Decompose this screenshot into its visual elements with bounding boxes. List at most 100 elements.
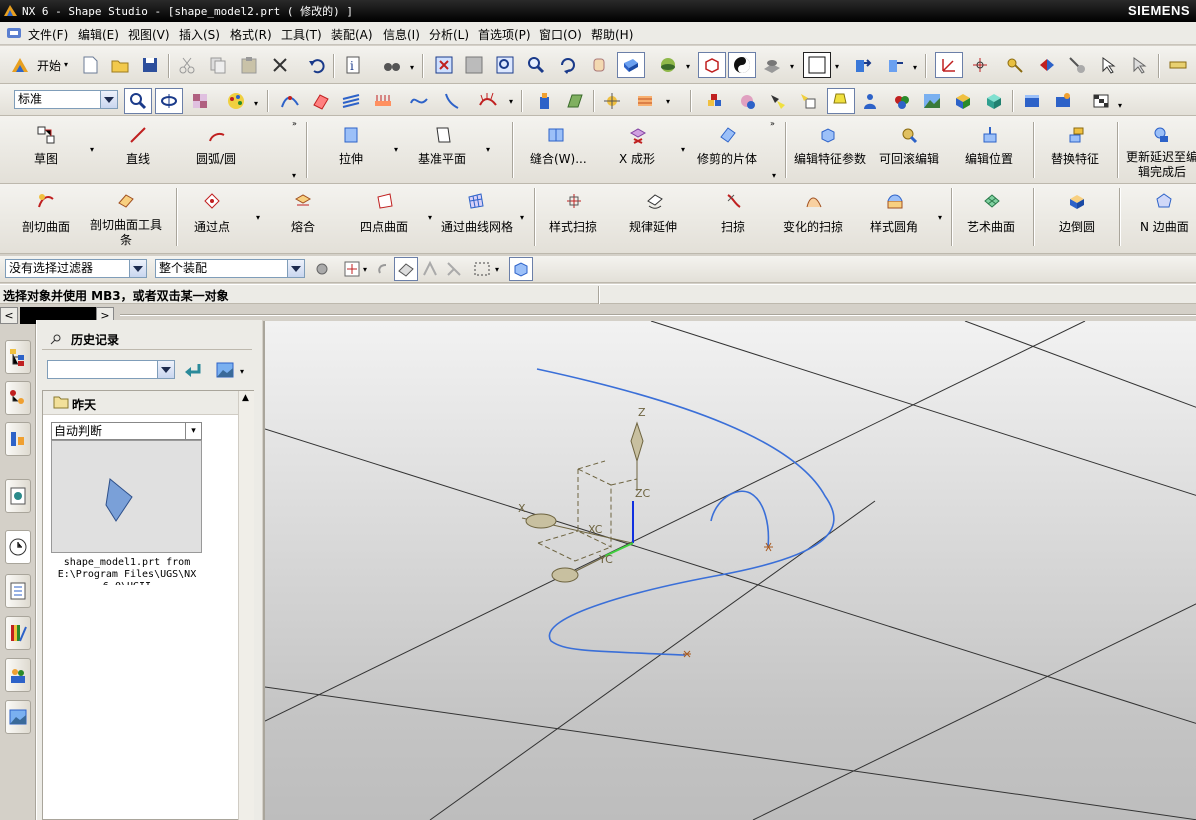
curve-mesh-button[interactable]: [464, 189, 488, 213]
zoom-area-button[interactable]: [462, 53, 486, 77]
menu-view[interactable]: 视图(V): [128, 26, 170, 43]
select-solid-button[interactable]: [394, 257, 418, 281]
wireframe-dropdown-icon[interactable]: ▾: [835, 63, 843, 71]
edit-position-button[interactable]: [978, 123, 1002, 147]
menu-help[interactable]: 帮助(H): [591, 26, 633, 43]
cut-button[interactable]: [175, 53, 199, 77]
four-point-surface-label[interactable]: 四点曲面: [360, 218, 408, 235]
x-form-button[interactable]: [626, 123, 650, 147]
datum-dropdown-icon[interactable]: ▾: [486, 146, 494, 154]
menu-info[interactable]: 信息(I): [383, 26, 420, 43]
line-label[interactable]: 直线: [126, 150, 150, 167]
studio-tool-7[interactable]: [890, 89, 914, 113]
analysis-dropdown-icon[interactable]: ▾: [666, 98, 674, 106]
sweep-button[interactable]: [722, 189, 746, 213]
x-form-label[interactable]: X 成形: [619, 150, 655, 167]
move-layer-button[interactable]: [884, 53, 908, 77]
extrude-dropdown-icon[interactable]: ▾: [394, 146, 402, 154]
edge-blend-label[interactable]: 边倒圆: [1059, 218, 1095, 235]
history-view-button[interactable]: [213, 358, 237, 382]
system-scene-tab[interactable]: [5, 700, 31, 734]
part-thumbnail[interactable]: [51, 440, 202, 553]
select-face-button[interactable]: [418, 257, 442, 281]
back-select-button[interactable]: [370, 257, 394, 281]
chevron-down-icon[interactable]: [287, 260, 304, 277]
rectangle-dropdown-icon[interactable]: ▾: [495, 266, 503, 274]
studio-tool-10[interactable]: [982, 89, 1006, 113]
extrude-label[interactable]: 拉伸: [339, 150, 363, 167]
zoom-window-button[interactable]: [493, 53, 517, 77]
delay-update-label[interactable]: 更新延迟至编辑完成后: [1125, 150, 1196, 180]
arc-label[interactable]: 圆弧/圆: [196, 150, 236, 167]
section-surface-toolbar-label[interactable]: 剖切曲面工具条: [88, 218, 164, 248]
delay-update-button[interactable]: [1149, 123, 1173, 147]
variational-sweep-label[interactable]: 变化的扫掠: [783, 218, 843, 235]
select-body-button[interactable]: [509, 257, 533, 281]
curve-tool-3[interactable]: [339, 89, 363, 113]
start-label[interactable]: 开始: [37, 57, 61, 74]
edge-blend-button[interactable]: [1065, 189, 1089, 213]
studio-tool-5[interactable]: [827, 88, 855, 114]
layer-button[interactable]: [851, 53, 875, 77]
history-group-row[interactable]: 昨天: [43, 391, 238, 415]
curve-mesh-dropdown-icon[interactable]: ▾: [520, 214, 528, 222]
selection-snap-button[interactable]: [124, 88, 152, 114]
styled-blend-dropdown-icon[interactable]: ▾: [938, 214, 946, 222]
analysis-tool-2[interactable]: [563, 89, 587, 113]
visualization-tab[interactable]: [5, 616, 31, 650]
replace-feature-button[interactable]: [1064, 123, 1088, 147]
menu-window[interactable]: 窗口(O): [539, 26, 582, 43]
section-surface-label[interactable]: 剖切曲面: [22, 218, 70, 235]
process-studio-tab[interactable]: [5, 574, 31, 608]
quick-pick-button[interactable]: [1065, 53, 1089, 77]
rectangle-select-button[interactable]: [470, 257, 494, 281]
scene-canvas[interactable]: Z ZC X XC YC: [265, 321, 1196, 820]
shaded-view-button[interactable]: [617, 52, 645, 78]
curve-tool-1[interactable]: [278, 89, 302, 113]
analysis-tool-1[interactable]: [532, 89, 556, 113]
sketch-label[interactable]: 草图: [34, 150, 58, 167]
selection-option-button[interactable]: [310, 257, 334, 281]
styled-blend-button[interactable]: [883, 189, 907, 213]
part-navigator-tab[interactable]: [5, 422, 31, 456]
select-button[interactable]: [1097, 53, 1121, 77]
edit-feature-parameters-label[interactable]: 编辑特征参数: [794, 150, 866, 167]
chevron-down-icon[interactable]: [129, 260, 146, 277]
pin-icon[interactable]: [49, 332, 63, 346]
blend-label[interactable]: 熔合: [291, 218, 315, 235]
styled-sweep-button[interactable]: [562, 189, 586, 213]
curve-tool-4[interactable]: [371, 89, 395, 113]
overflow-chevron-icon[interactable]: »: [770, 120, 778, 128]
four-point-surface-button[interactable]: [373, 189, 397, 213]
sweep-label[interactable]: 扫掠: [721, 218, 745, 235]
start-dropdown-icon[interactable]: ▾: [64, 61, 72, 69]
studio-surface-label[interactable]: 艺术曲面: [967, 218, 1015, 235]
menu-edit[interactable]: 编辑(E): [78, 26, 119, 43]
view-cube-button[interactable]: [698, 52, 726, 78]
pan-button[interactable]: [587, 53, 611, 77]
blend-button[interactable]: [291, 189, 315, 213]
menu-assembly[interactable]: 装配(A): [331, 26, 373, 43]
rotate-button[interactable]: [556, 53, 580, 77]
select-edge-button[interactable]: [442, 257, 466, 281]
render-dropdown-icon[interactable]: ▾: [686, 63, 694, 71]
app-menu-icon[interactable]: [6, 26, 22, 40]
studio-dropdown-icon[interactable]: ▾: [1118, 102, 1126, 110]
curve-tool-7[interactable]: [476, 89, 500, 113]
new-button[interactable]: [78, 53, 102, 77]
styled-sweep-label[interactable]: 样式扫掠: [549, 218, 597, 235]
four-point-dropdown-icon[interactable]: ▾: [428, 214, 436, 222]
palette-dropdown-icon[interactable]: ▾: [254, 100, 262, 108]
edit-feature-parameters-button[interactable]: [816, 123, 840, 147]
delete-button[interactable]: [268, 53, 292, 77]
role-combo[interactable]: 标准: [14, 90, 118, 109]
analysis-tool-3[interactable]: [600, 89, 624, 113]
trimmed-sheet-button[interactable]: [716, 123, 740, 147]
rollback-edit-button[interactable]: [897, 123, 921, 147]
studio-tool-11[interactable]: [1020, 89, 1044, 113]
section-dropdown-icon[interactable]: ▾: [790, 63, 798, 71]
menu-file[interactable]: 文件(F): [28, 26, 68, 43]
spline-curve[interactable]: [536, 368, 835, 656]
studio-surface-button[interactable]: [980, 189, 1004, 213]
sketch-button[interactable]: [34, 123, 58, 147]
